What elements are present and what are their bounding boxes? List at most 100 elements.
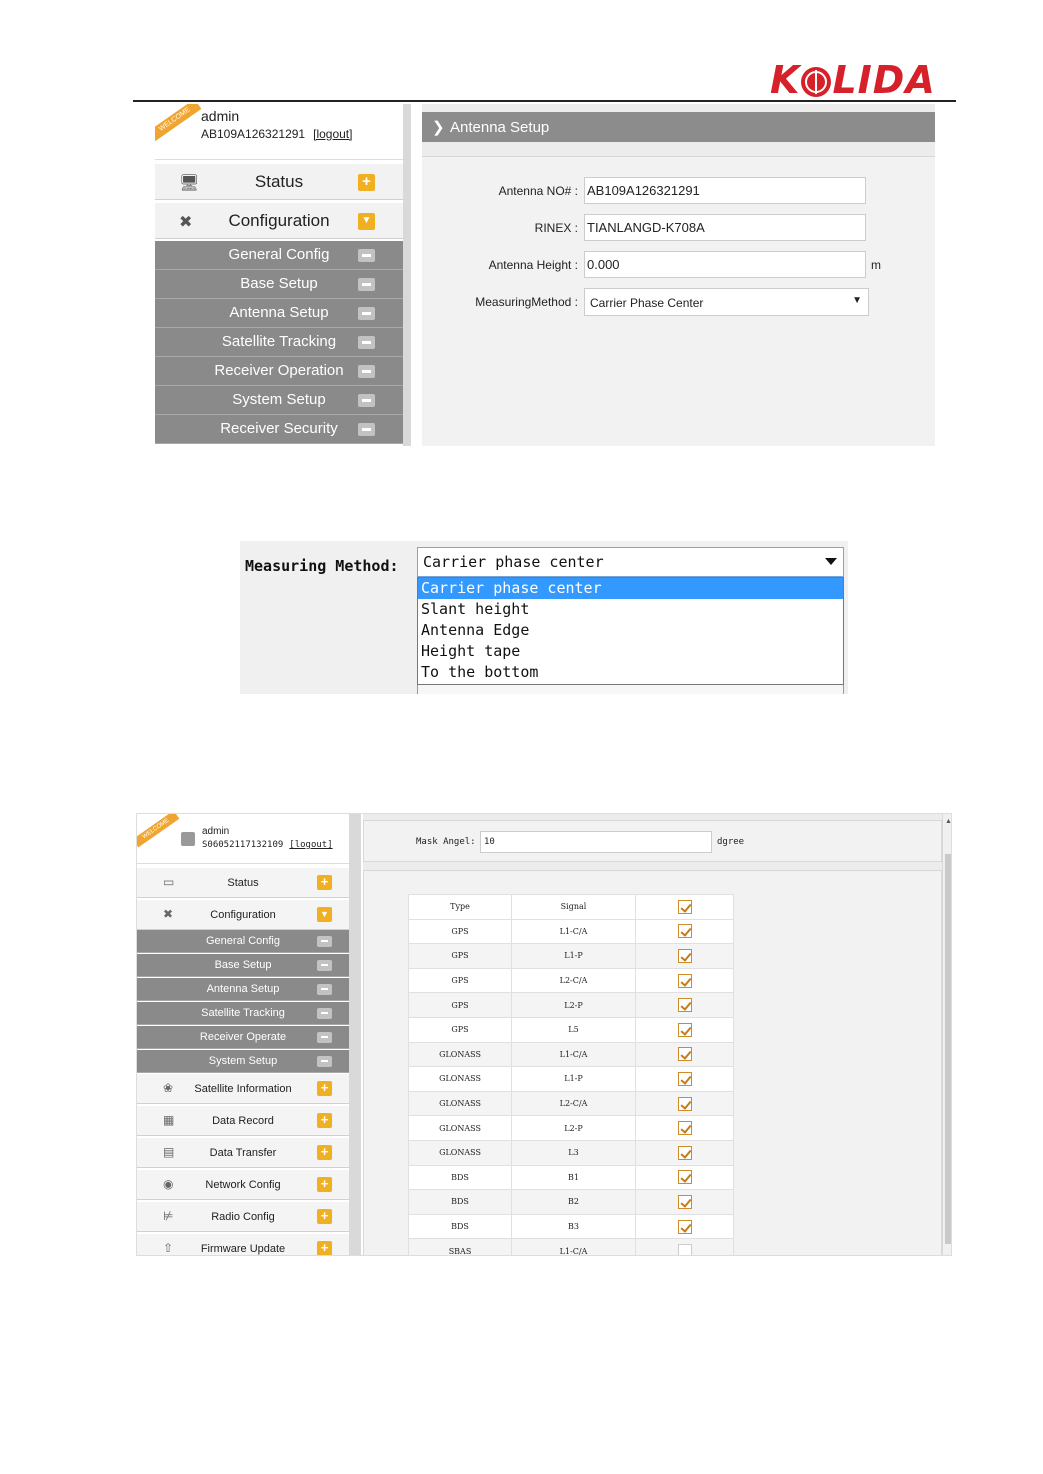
content-scrollbar[interactable]: ▲ bbox=[942, 814, 951, 1255]
antenna-no-row: Antenna NO# : AB109A126321291 bbox=[422, 177, 935, 205]
signal-checkbox-cell[interactable] bbox=[635, 1090, 734, 1117]
signal-checkbox-cell[interactable] bbox=[635, 1213, 734, 1240]
checkbox-icon[interactable] bbox=[677, 1219, 692, 1234]
signal-type-cell: BDS bbox=[408, 1164, 512, 1191]
signal-checkbox-cell[interactable] bbox=[635, 943, 734, 969]
submenu-antenna-setup[interactable]: Antenna Setup bbox=[155, 299, 403, 328]
expand-plus-icon[interactable]: + bbox=[317, 875, 332, 890]
checkbox-icon[interactable] bbox=[677, 948, 692, 963]
signal-checkbox-cell[interactable] bbox=[635, 1066, 734, 1092]
antenna-height-input[interactable]: 0.000 bbox=[584, 251, 866, 278]
checkbox-icon[interactable] bbox=[677, 1170, 692, 1185]
antenna-form: Antenna NO# : AB109A126321291 RINEX : TI… bbox=[422, 156, 935, 446]
signal-checkbox-cell[interactable] bbox=[635, 1139, 734, 1166]
signal-checkbox-cell[interactable] bbox=[635, 1041, 734, 1068]
signal-checkbox-cell[interactable] bbox=[635, 918, 734, 945]
nav-status[interactable]: ▭ Status + bbox=[137, 868, 349, 898]
nav-data-transfer[interactable]: ▤ Data Transfer + bbox=[137, 1138, 349, 1168]
option-antenna-edge[interactable]: Antenna Edge bbox=[418, 620, 843, 641]
nav-firmware-update[interactable]: ⇧ Firmware Update + bbox=[137, 1234, 349, 1255]
checkbox-icon[interactable] bbox=[677, 924, 692, 939]
logout-link[interactable]: [logout] bbox=[289, 840, 332, 850]
nav-satellite-information[interactable]: ❀ Satellite Information + bbox=[137, 1074, 349, 1104]
checkbox-icon[interactable] bbox=[677, 1194, 692, 1209]
expand-plus-icon[interactable]: + bbox=[317, 1177, 332, 1192]
expand-plus-icon[interactable]: + bbox=[358, 174, 375, 191]
checkbox-icon[interactable] bbox=[677, 899, 692, 914]
collapse-arrow-icon[interactable]: ▼ bbox=[317, 907, 332, 922]
column-header-signal: Signal bbox=[511, 894, 636, 920]
option-height-tape[interactable]: Height tape bbox=[418, 641, 843, 662]
submenu-receiver-operate[interactable]: Receiver Operate bbox=[137, 1026, 349, 1049]
signal-type-cell: SBAS bbox=[408, 1238, 512, 1255]
checkbox-icon[interactable] bbox=[677, 1022, 692, 1037]
scroll-up-icon[interactable]: ▲ bbox=[945, 818, 951, 825]
option-slant-height[interactable]: Slant height bbox=[418, 599, 843, 620]
nav-configuration[interactable]: ✖ Configuration ▼ bbox=[155, 203, 403, 239]
checkbox-icon[interactable] bbox=[677, 1121, 692, 1136]
measuring-method-select[interactable]: Carrier Phase Center ▼ bbox=[584, 288, 869, 316]
sidebar: WELCOME admin S06052117132109 [logout] ▭ S… bbox=[137, 814, 349, 1255]
globe-icon: ◉ bbox=[163, 1177, 174, 1191]
measuring-method-combo[interactable]: Carrier phase center bbox=[417, 547, 844, 577]
signal-name-cell: L5 bbox=[511, 1016, 636, 1043]
sidebar-scrollbar[interactable] bbox=[349, 814, 361, 1255]
nav-status[interactable]: 🖥 Status + bbox=[155, 164, 403, 200]
scroll-thumb[interactable] bbox=[945, 854, 951, 1244]
submenu-system-setup[interactable]: System Setup bbox=[155, 386, 403, 415]
checkbox-icon[interactable] bbox=[677, 1071, 692, 1086]
checkbox-icon[interactable] bbox=[677, 1244, 692, 1255]
antenna-no-input[interactable]: AB109A126321291 bbox=[584, 177, 866, 204]
signal-checkbox-cell[interactable] bbox=[635, 1115, 734, 1141]
checkbox-icon[interactable] bbox=[677, 1145, 692, 1160]
signal-checkbox-cell[interactable] bbox=[635, 992, 734, 1018]
submenu-base-setup[interactable]: Base Setup bbox=[155, 270, 403, 299]
select-all-checkbox[interactable] bbox=[635, 894, 734, 920]
submenu-antenna-setup[interactable]: Antenna Setup bbox=[137, 978, 349, 1001]
nav-data-record[interactable]: ▦ Data Record + bbox=[137, 1106, 349, 1136]
signal-checkbox-cell[interactable] bbox=[635, 1164, 734, 1191]
nav-radio-config[interactable]: ⊭ Radio Config + bbox=[137, 1202, 349, 1232]
submenu-satellite-tracking[interactable]: Satellite Tracking bbox=[137, 1002, 349, 1025]
checkbox-icon[interactable] bbox=[677, 973, 692, 988]
mask-angle-input[interactable]: 10 bbox=[480, 831, 712, 853]
measuring-method-options: Carrier phase center Slant height Antenn… bbox=[417, 577, 844, 685]
signal-checkbox-cell[interactable] bbox=[635, 1189, 734, 1215]
collapse-arrow-icon[interactable]: ▼ bbox=[358, 213, 375, 230]
header-rule bbox=[133, 100, 956, 102]
table-row: GLONASS L1-C/A bbox=[408, 1041, 734, 1068]
sidebar-scrollbar[interactable] bbox=[403, 104, 411, 446]
expand-plus-icon[interactable]: + bbox=[317, 1241, 332, 1255]
signal-checkbox-cell[interactable] bbox=[635, 1238, 734, 1255]
expand-plus-icon[interactable]: + bbox=[317, 1081, 332, 1096]
submenu-receiver-security[interactable]: Receiver Security bbox=[155, 415, 403, 444]
submenu-general-config[interactable]: General Config bbox=[155, 241, 403, 270]
checkbox-icon[interactable] bbox=[677, 1096, 692, 1111]
submenu-system-setup[interactable]: System Setup bbox=[137, 1050, 349, 1073]
measuring-method-row: MeasuringMethod : Carrier Phase Center ▼ bbox=[422, 288, 935, 316]
submenu-general-config[interactable]: General Config bbox=[137, 930, 349, 953]
monitor-icon: 🖥 bbox=[179, 175, 200, 192]
submenu-receiver-operation[interactable]: Receiver Operation bbox=[155, 357, 403, 386]
table-row: GPS L1-C/A bbox=[408, 918, 734, 945]
expand-plus-icon[interactable]: + bbox=[317, 1145, 332, 1160]
option-to-the-bottom[interactable]: To the bottom bbox=[418, 662, 843, 683]
calendar-icon: ▦ bbox=[163, 1113, 175, 1127]
signal-name-cell: L1-C/A bbox=[511, 918, 636, 945]
signal-name-cell: L1-C/A bbox=[511, 1041, 636, 1068]
nav-configuration[interactable]: ✖ Configuration ▼ bbox=[137, 900, 349, 930]
submenu-base-setup[interactable]: Base Setup bbox=[137, 954, 349, 977]
checkbox-icon[interactable] bbox=[677, 1047, 692, 1062]
expand-plus-icon[interactable]: + bbox=[317, 1113, 332, 1128]
logout-link[interactable]: [logout] bbox=[313, 127, 352, 141]
option-carrier-phase-center[interactable]: Carrier phase center bbox=[418, 578, 843, 599]
checkbox-icon[interactable] bbox=[677, 998, 692, 1013]
signal-checkbox-cell[interactable] bbox=[635, 1016, 734, 1043]
nav-network-config[interactable]: ◉ Network Config + bbox=[137, 1170, 349, 1200]
signal-checkbox-cell[interactable] bbox=[635, 967, 734, 994]
mask-angle-label: Mask Angel: bbox=[416, 837, 476, 847]
network-icon: ▤ bbox=[163, 1145, 175, 1159]
submenu-satellite-tracking[interactable]: Satellite Tracking bbox=[155, 328, 403, 357]
expand-plus-icon[interactable]: + bbox=[317, 1209, 332, 1224]
rinex-input[interactable]: TIANLANGD-K708A bbox=[584, 214, 866, 241]
